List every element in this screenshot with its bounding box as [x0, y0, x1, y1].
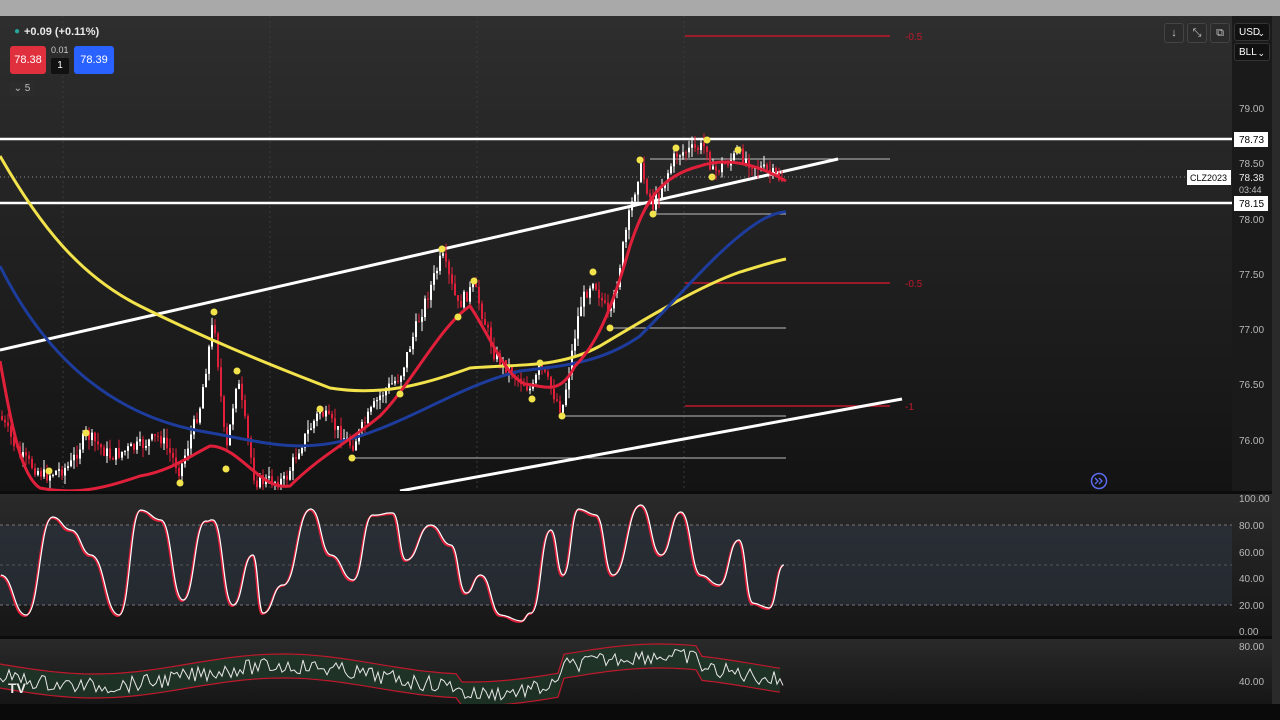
main-pane-background	[0, 16, 1272, 491]
price-tick-78-50: 78.50	[1239, 159, 1264, 170]
support-price-label: 78.15	[1234, 196, 1268, 211]
price-tick-79: 79.00	[1239, 104, 1264, 115]
price-axis-background	[1232, 16, 1272, 491]
svg-text:40.00: 40.00	[1239, 574, 1264, 585]
chevron-down-icon: ⌄	[1257, 28, 1265, 38]
chevron-down-icon: ⌄	[13, 83, 23, 94]
svg-text:78.73: 78.73	[1239, 135, 1264, 146]
stochastic-band	[0, 525, 1232, 605]
symbol-label: CLZ2023	[1187, 170, 1231, 185]
price-tick-77-50: 77.50	[1239, 270, 1264, 281]
svg-text:CLZ2023: CLZ2023	[1190, 173, 1227, 183]
price-chart[interactable]: -0.5 -0.5 -1 79.00 78.50 78.00 77.50 77.…	[0, 16, 1272, 704]
arrow-down-icon[interactable]: ↓	[1164, 23, 1184, 43]
collapse-icon[interactable]: ⤡	[1187, 23, 1207, 43]
spread-value: 0.01	[51, 45, 69, 55]
indicators-collapse-button[interactable]: ⌄ 5	[10, 82, 34, 96]
resistance-price-label: 78.73	[1234, 132, 1268, 147]
price-change: +0.09 (+0.11%)	[24, 26, 100, 38]
buy-button[interactable]: 78.39	[74, 46, 114, 74]
unit-select[interactable]: BLL ⌄	[1234, 43, 1270, 61]
svg-text:80.00: 80.00	[1239, 521, 1264, 532]
price-tick-76-50: 76.50	[1239, 380, 1264, 391]
currency-select[interactable]: USD ⌄	[1234, 23, 1270, 41]
svg-text:100.00: 100.00	[1239, 494, 1270, 505]
price-tick-76: 76.00	[1239, 436, 1264, 447]
price-tick-78: 78.00	[1239, 215, 1264, 226]
fib-label-top: -0.5	[905, 32, 923, 43]
last-price-label: 78.38 03:44	[1234, 170, 1268, 197]
svg-text:78.38: 78.38	[1239, 173, 1264, 184]
chevron-down-icon: ⌄	[1257, 48, 1265, 58]
tradingview-logo: TV	[8, 680, 27, 696]
indicator-count: 5	[24, 83, 31, 94]
sell-button[interactable]: 78.38	[10, 46, 46, 74]
quantity-value[interactable]: 1	[51, 58, 69, 74]
right-edge-bar	[1272, 16, 1280, 704]
fib-label-mid: -0.5	[905, 279, 923, 290]
svg-text:80.00: 80.00	[1239, 642, 1264, 653]
window-top-bar	[0, 0, 1280, 16]
svg-text:40.00: 40.00	[1239, 677, 1264, 688]
svg-text:78.15: 78.15	[1239, 199, 1264, 210]
bar-countdown: 03:44	[1239, 185, 1262, 195]
maximize-icon[interactable]: ⧉	[1210, 23, 1230, 43]
svg-text:20.00: 20.00	[1239, 601, 1264, 612]
circle-icon: ●	[14, 26, 21, 37]
window-bottom-bar	[0, 704, 1280, 720]
fib-label-low: -1	[905, 402, 914, 413]
svg-text:60.00: 60.00	[1239, 548, 1264, 559]
price-tick-77: 77.00	[1239, 325, 1264, 336]
